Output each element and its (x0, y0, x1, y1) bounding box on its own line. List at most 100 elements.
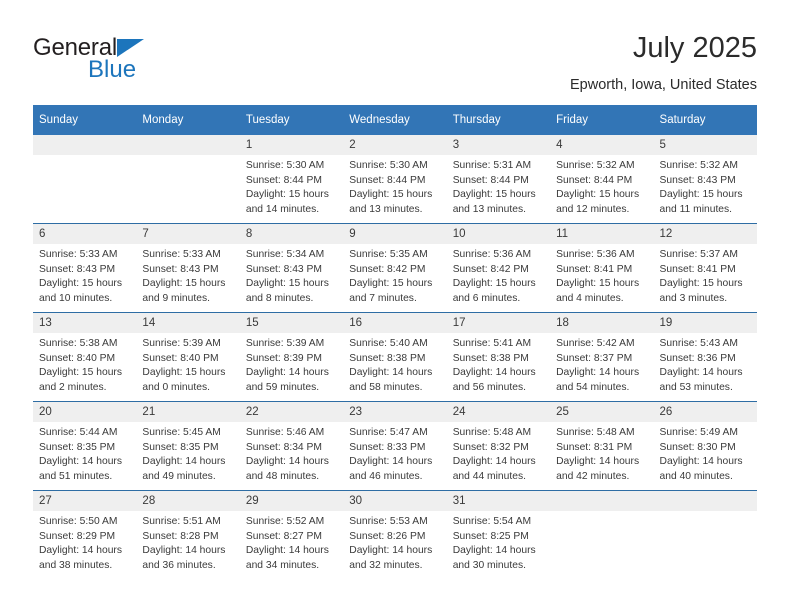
sunrise-time: Sunrise: 5:50 AM (39, 516, 118, 527)
daylight-duration-line1: Daylight: 14 hours (39, 545, 122, 557)
calendar-day-cell[interactable]: 29 Sunrise: 5:52 AM Sunset: 8:27 PM Dayligh… (239, 490, 344, 579)
day-number: 25 (550, 402, 654, 422)
daylight-duration-line1: Daylight: 14 hours (142, 456, 226, 468)
sunset-time: Sunset: 8:28 PM (142, 530, 219, 542)
calendar-day-cell[interactable]: 18 Sunrise: 5:42 AM Sunset: 8:37 PM Dayligh… (550, 312, 654, 402)
sunrise-time: Sunrise: 5:48 AM (556, 427, 635, 438)
calendar-day-cell[interactable]: 9 Sunrise: 5:35 AM Sunset: 8:42 PM Daylight… (343, 223, 447, 313)
calendar-day-cell[interactable]: 7 Sunrise: 5:33 AM Sunset: 8:43 PM Daylight… (136, 223, 240, 313)
daylight-duration-line1: Daylight: 15 hours (349, 278, 433, 290)
calendar-day-cell[interactable]: 14 Sunrise: 5:39 AM Sunset: 8:40 PM Dayligh… (136, 312, 240, 402)
general-blue-logo[interactable]: General Blue (33, 34, 213, 90)
calendar-day-cell[interactable]: 10 Sunrise: 5:36 AM Sunset: 8:42 PM Dayligh… (446, 223, 551, 313)
calendar-day-cell-empty (653, 490, 757, 579)
sunrise-time: Sunrise: 5:33 AM (39, 249, 118, 260)
daylight-duration-line1: Daylight: 14 hours (349, 456, 433, 468)
calendar-day-cell[interactable]: 5 Sunrise: 5:32 AM Sunset: 8:43 PM Daylight… (653, 135, 757, 224)
sunrise-time: Sunrise: 5:37 AM (659, 249, 738, 260)
daylight-duration-line1: Daylight: 15 hours (452, 278, 536, 290)
day-info: Sunrise: 5:39 AM Sunset: 8:39 PM Daylight:… (240, 333, 343, 395)
daylight-duration-line2: and 51 minutes. (39, 470, 113, 482)
sunrise-time: Sunrise: 5:48 AM (452, 427, 532, 438)
sunset-time: Sunset: 8:37 PM (556, 352, 633, 364)
sunset-time: Sunset: 8:26 PM (349, 530, 426, 542)
daylight-duration-line2: and 12 minutes. (556, 203, 630, 215)
sunset-time: Sunset: 8:43 PM (659, 174, 736, 186)
calendar-day-cell[interactable]: 1 Sunrise: 5:30 AM Sunset: 8:44 PM Daylight… (239, 135, 344, 224)
weekday-header-row: Sunday Monday Tuesday Wednesday Thursday… (33, 105, 757, 135)
sunset-time: Sunset: 8:33 PM (349, 441, 426, 453)
sunrise-time: Sunrise: 5:39 AM (142, 338, 221, 349)
sunrise-time: Sunrise: 5:54 AM (452, 516, 532, 527)
calendar-day-cell[interactable]: 26 Sunrise: 5:49 AM Sunset: 8:30 PM Dayligh… (653, 401, 757, 491)
daylight-duration-line2: and 6 minutes. (452, 292, 521, 304)
day-number: 26 (653, 402, 757, 422)
daylight-duration-line1: Daylight: 14 hours (659, 367, 743, 379)
sunrise-time: Sunrise: 5:39 AM (245, 338, 325, 349)
daylight-duration-line1: Daylight: 14 hours (556, 456, 640, 468)
day-info: Sunrise: 5:36 AM Sunset: 8:41 PM Daylight:… (550, 244, 653, 306)
daylight-duration-line1: Daylight: 15 hours (245, 278, 329, 290)
calendar-day-cell[interactable]: 17 Sunrise: 5:41 AM Sunset: 8:38 PM Dayligh… (446, 312, 551, 402)
day-number: 12 (653, 224, 757, 244)
daylight-duration-line1: Daylight: 14 hours (349, 545, 433, 557)
daylight-duration-line1: Daylight: 15 hours (659, 189, 743, 201)
sunset-time: Sunset: 8:44 PM (556, 174, 633, 186)
daylight-duration-line2: and 2 minutes. (39, 381, 107, 393)
calendar-day-cell[interactable]: 25 Sunrise: 5:48 AM Sunset: 8:31 PM Dayligh… (550, 401, 654, 491)
daylight-duration-line1: Daylight: 14 hours (39, 456, 122, 468)
daylight-duration-line2: and 36 minutes. (142, 559, 216, 571)
sunrise-time: Sunrise: 5:43 AM (659, 338, 738, 349)
calendar-day-cell[interactable]: 23 Sunrise: 5:47 AM Sunset: 8:33 PM Dayligh… (343, 401, 447, 491)
calendar-day-cell[interactable]: 8 Sunrise: 5:34 AM Sunset: 8:43 PM Daylight… (239, 223, 344, 313)
day-info: Sunrise: 5:52 AM Sunset: 8:27 PM Daylight:… (240, 511, 343, 573)
day-number: 15 (239, 313, 344, 333)
calendar-day-cell[interactable]: 19 Sunrise: 5:43 AM Sunset: 8:36 PM Dayligh… (653, 312, 757, 402)
day-number: 30 (343, 491, 447, 511)
calendar-day-cell[interactable]: 13 Sunrise: 5:38 AM Sunset: 8:40 PM Dayligh… (33, 312, 137, 402)
day-number: 3 (446, 135, 551, 155)
day-info: Sunrise: 5:47 AM Sunset: 8:33 PM Daylight:… (343, 422, 446, 484)
calendar-day-cell[interactable]: 11 Sunrise: 5:36 AM Sunset: 8:41 PM Dayligh… (550, 223, 654, 313)
triangle-icon (117, 39, 144, 57)
sunset-time: Sunset: 8:31 PM (556, 441, 633, 453)
day-number: 19 (653, 313, 757, 333)
calendar-day-cell[interactable]: 16 Sunrise: 5:40 AM Sunset: 8:38 PM Dayligh… (343, 312, 447, 402)
calendar-day-cell[interactable]: 24 Sunrise: 5:48 AM Sunset: 8:32 PM Dayligh… (446, 401, 551, 491)
sunset-time: Sunset: 8:29 PM (39, 530, 116, 542)
calendar-day-cell[interactable]: 22 Sunrise: 5:46 AM Sunset: 8:34 PM Dayligh… (239, 401, 344, 491)
daylight-duration-line1: Daylight: 14 hours (142, 545, 226, 557)
daylight-duration-line2: and 4 minutes. (556, 292, 624, 304)
daylight-duration-line1: Daylight: 15 hours (556, 189, 640, 201)
daylight-duration-line1: Daylight: 15 hours (452, 189, 536, 201)
sunset-time: Sunset: 8:40 PM (39, 352, 116, 364)
day-info: Sunrise: 5:35 AM Sunset: 8:42 PM Daylight:… (343, 244, 446, 306)
calendar-day-cell[interactable]: 15 Sunrise: 5:39 AM Sunset: 8:39 PM Dayligh… (239, 312, 344, 402)
calendar-day-cell[interactable]: 4 Sunrise: 5:32 AM Sunset: 8:44 PM Daylight… (550, 135, 654, 224)
day-number: 13 (33, 313, 137, 333)
calendar-day-cell[interactable]: 20 Sunrise: 5:44 AM Sunset: 8:35 PM Dayligh… (33, 401, 137, 491)
day-number: 9 (343, 224, 447, 244)
calendar-day-cell[interactable]: 27 Sunrise: 5:50 AM Sunset: 8:29 PM Dayligh… (33, 490, 137, 579)
daylight-duration-line2: and 49 minutes. (142, 470, 216, 482)
day-number: 21 (136, 402, 240, 422)
calendar-day-cell[interactable]: 28 Sunrise: 5:51 AM Sunset: 8:28 PM Dayligh… (136, 490, 240, 579)
weekday-header-tuesday: Tuesday (239, 105, 344, 135)
day-info: Sunrise: 5:40 AM Sunset: 8:38 PM Daylight:… (343, 333, 446, 395)
calendar-day-cell[interactable]: 12 Sunrise: 5:37 AM Sunset: 8:41 PM Dayligh… (653, 223, 757, 313)
day-number: 18 (550, 313, 654, 333)
calendar-day-cell[interactable]: 3 Sunrise: 5:31 AM Sunset: 8:44 PM Daylight… (446, 135, 551, 224)
calendar-day-cell[interactable]: 2 Sunrise: 5:30 AM Sunset: 8:44 PM Daylight… (343, 135, 447, 224)
weekday-header-saturday: Saturday (653, 105, 757, 135)
day-number: 16 (343, 313, 447, 333)
calendar-day-cell[interactable]: 31 Sunrise: 5:54 AM Sunset: 8:25 PM Dayligh… (446, 490, 551, 579)
calendar-day-cell-empty (136, 135, 240, 224)
daylight-duration-line2: and 53 minutes. (659, 381, 733, 393)
calendar-day-cell[interactable]: 21 Sunrise: 5:45 AM Sunset: 8:35 PM Dayligh… (136, 401, 240, 491)
day-number: 7 (136, 224, 240, 244)
calendar-day-cell[interactable]: 30 Sunrise: 5:53 AM Sunset: 8:26 PM Dayligh… (343, 490, 447, 579)
day-info: Sunrise: 5:51 AM Sunset: 8:28 PM Daylight:… (136, 511, 239, 573)
calendar-day-cell[interactable]: 6 Sunrise: 5:33 AM Sunset: 8:43 PM Daylight… (33, 223, 137, 313)
day-info: Sunrise: 5:34 AM Sunset: 8:43 PM Daylight:… (240, 244, 343, 306)
day-number: 4 (550, 135, 654, 155)
